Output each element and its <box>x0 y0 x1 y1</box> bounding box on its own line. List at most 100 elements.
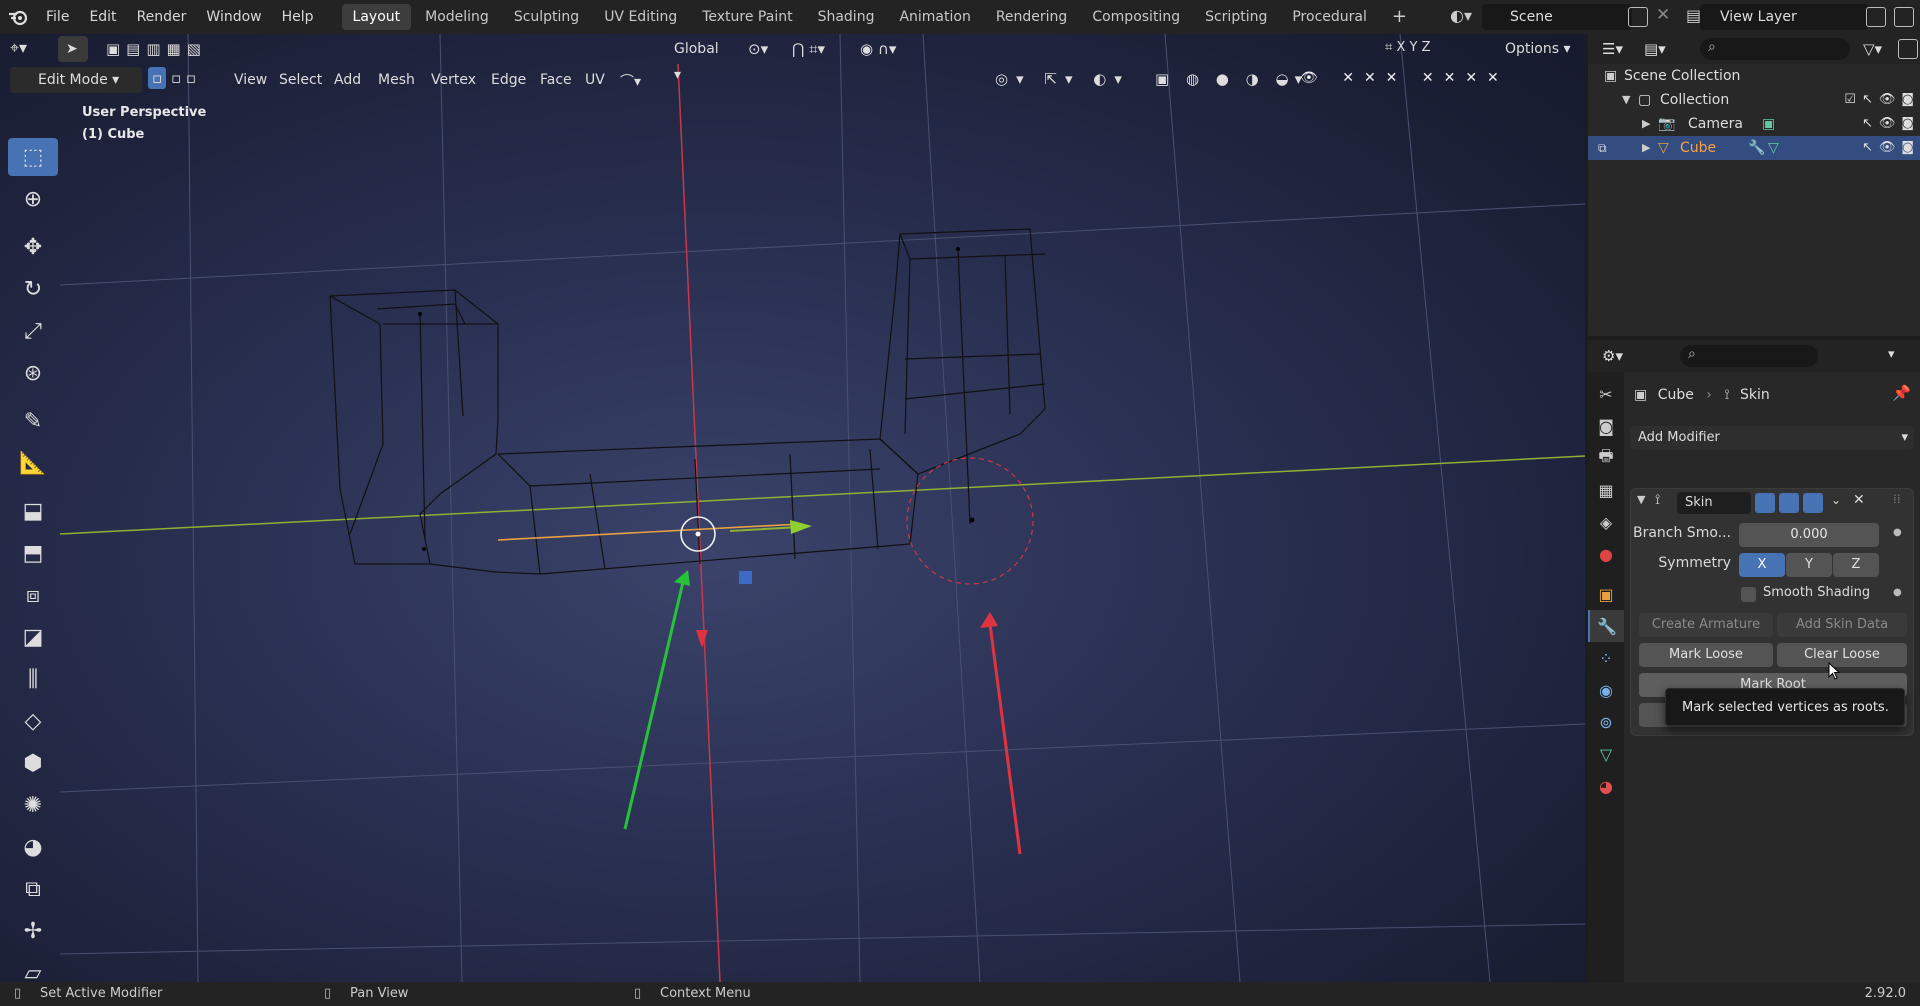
create-armature-button[interactable]: Create Armature <box>1639 613 1773 637</box>
expand-icon[interactable]: ▶ <box>1642 136 1650 160</box>
mesh-data-tab-icon[interactable]: ▽ <box>1588 738 1624 770</box>
mark-loose-button[interactable]: Mark Loose <box>1639 643 1773 667</box>
element-select-icons[interactable]: ▫ ▫ ▫ <box>148 67 196 89</box>
menu-uv[interactable]: UV <box>577 67 613 93</box>
cursor-tool-icon[interactable]: ⊕ <box>8 180 58 218</box>
menu-select[interactable]: Select <box>271 67 330 93</box>
filter-icon[interactable]: ▽▾ <box>1863 40 1882 58</box>
knife-tool-icon[interactable]: ◇ <box>8 702 58 740</box>
outliner-scene-collection[interactable]: ▣ Scene Collection <box>1588 64 1920 88</box>
branch-smoothing-field[interactable]: 0.000 <box>1739 523 1879 547</box>
select-icon[interactable]: ↖ <box>1862 136 1873 160</box>
physics-tab-icon[interactable]: ◉ <box>1588 674 1624 706</box>
select-box-tool-icon[interactable]: ⬚ <box>8 138 58 176</box>
select-mode-icons[interactable]: ▣▤▥▦▧ <box>106 40 207 58</box>
add-modifier-dropdown[interactable]: Add Modifier ▾ <box>1630 426 1914 450</box>
outliner-search-input[interactable]: ⌕ <box>1700 38 1850 60</box>
checkbox-icon[interactable]: ☑ <box>1844 88 1856 112</box>
tab-rendering[interactable]: Rendering <box>985 4 1079 30</box>
shrink-fatten-tool-icon[interactable]: ✢ <box>8 912 58 950</box>
render-toggle-icon[interactable] <box>1803 493 1823 513</box>
menu-help[interactable]: Help <box>272 0 324 34</box>
3d-viewport[interactable]: ⌖▾ ➤ ▣▤▥▦▧ Global ▾ ⊙▾ ⋂ ⌗▾ ◉ ∩▾ ⌗ X Y Z… <box>0 34 1585 982</box>
scale-tool-icon[interactable]: ⤢ <box>8 312 58 350</box>
modifier-menu-icon[interactable]: ⌄ <box>1831 493 1841 507</box>
menu-add[interactable]: Add <box>326 67 369 93</box>
viewport-toggle-icon[interactable] <box>1779 493 1799 513</box>
menu-mesh[interactable]: Mesh <box>370 67 423 93</box>
tab-procedural[interactable]: Procedural <box>1281 4 1378 30</box>
camera-data-icon[interactable]: ▣ <box>1762 112 1775 136</box>
material-tab-icon[interactable]: ◕ <box>1588 770 1624 802</box>
mesh-data-icon[interactable]: ▽ <box>1768 136 1779 160</box>
editor-type-icon[interactable]: ⌖▾ <box>10 38 27 58</box>
shear-tool-icon[interactable]: ▱ <box>8 954 58 983</box>
pivot-icon[interactable]: ⊙▾ <box>748 40 768 58</box>
output-tab-icon[interactable]: 🖶 <box>1588 442 1624 474</box>
mode-dropdown[interactable]: Edit Mode ▾ <box>10 67 142 93</box>
modifier-name-field[interactable]: Skin <box>1677 492 1751 514</box>
viewport-overlay-icons[interactable]: ◎▾ ⇱▾ ◐▾ <box>995 70 1130 88</box>
new-scene-icon[interactable] <box>1628 7 1648 27</box>
menu-render[interactable]: Render <box>127 0 197 34</box>
modifier-wrench-icon[interactable]: 🔧 <box>1748 136 1765 160</box>
edge-slide-tool-icon[interactable]: ⧉ <box>8 870 58 908</box>
rotate-tool-icon[interactable]: ↻ <box>8 270 58 308</box>
tool-tab-icon[interactable]: ✂ <box>1588 378 1624 410</box>
menu-edit[interactable]: Edit <box>79 0 126 34</box>
expand-icon[interactable]: ▶ <box>1642 112 1650 136</box>
properties-editor-icon[interactable]: ⚙▾ <box>1602 347 1623 365</box>
tab-uv-editing[interactable]: UV Editing <box>593 4 688 30</box>
properties-options-icon[interactable]: ▾ <box>1888 347 1895 362</box>
options-dropdown[interactable]: Options ▾ <box>1497 36 1581 62</box>
tab-shading[interactable]: Shading <box>807 4 886 30</box>
tab-compositing[interactable]: Compositing <box>1081 4 1191 30</box>
tab-sculpting[interactable]: Sculpting <box>503 4 590 30</box>
view-layer-selector[interactable]: View Layer <box>1700 4 1868 30</box>
new-view-layer-icon[interactable] <box>1866 7 1886 27</box>
drag-handle-icon[interactable]: ⁞⁞ <box>1893 492 1901 506</box>
smooth-tool-icon[interactable]: ◕ <box>8 828 58 866</box>
menu-view[interactable]: View <box>226 67 275 93</box>
edit-mode-toggle-icon[interactable] <box>1755 493 1775 513</box>
select-tool-icon[interactable]: ➤ <box>58 36 88 62</box>
add-skin-data-button[interactable]: Add Skin Data <box>1777 613 1907 637</box>
visibility-icons[interactable]: ↖ 👁 ◙ <box>1862 112 1920 136</box>
pin-icon[interactable]: 📌 <box>1892 384 1911 402</box>
tab-layout[interactable]: Layout <box>341 4 412 30</box>
eye-icon[interactable]: 👁 <box>1879 136 1896 160</box>
mirror-y[interactable]: Y <box>1410 40 1418 55</box>
collapse-icon[interactable]: ▼ <box>1637 493 1645 506</box>
menu-edge[interactable]: Edge <box>483 67 534 93</box>
scene-type-icon[interactable]: ◐▾ <box>1450 6 1480 28</box>
delete-view-layer-icon[interactable] <box>1894 7 1914 27</box>
transform-tool-icon[interactable]: ⊛ <box>8 354 58 392</box>
camera-render-icon[interactable]: ◙ <box>1901 112 1914 136</box>
outliner-item-camera[interactable]: ▶ 📷 Camera ▣ ↖ 👁 ◙ <box>1588 112 1920 136</box>
loop-cut-tool-icon[interactable]: ⫼ <box>8 660 58 698</box>
symmetry-z-toggle[interactable]: Z <box>1833 553 1879 577</box>
render-tab-icon[interactable]: ◙ <box>1588 410 1624 442</box>
select-icon[interactable]: ↖ <box>1862 88 1873 112</box>
tab-scripting[interactable]: Scripting <box>1194 4 1278 30</box>
world-tab-icon[interactable]: ● <box>1588 538 1624 570</box>
properties-search-input[interactable]: ⌕ <box>1680 345 1818 367</box>
keyframe-dot-icon[interactable]: ● <box>1893 587 1902 598</box>
menu-file[interactable]: File <box>36 0 79 34</box>
spin-tool-icon[interactable]: ✺ <box>8 786 58 824</box>
smooth-shading-checkbox[interactable] <box>1741 587 1756 602</box>
particles-tab-icon[interactable]: ⁘ <box>1588 642 1624 674</box>
measure-tool-icon[interactable]: 📐 <box>8 444 58 482</box>
symmetry-x-toggle[interactable]: X <box>1739 553 1785 577</box>
tab-modeling[interactable]: Modeling <box>414 4 500 30</box>
visibility-icons[interactable]: ↖ 👁 ◙ <box>1862 136 1920 160</box>
shading-mode-icons[interactable]: ▣ ◍ ● ◑ ◒▾ <box>1155 70 1308 88</box>
tab-animation[interactable]: Animation <box>888 4 981 30</box>
add-cube-tool-icon[interactable]: ⬓ <box>8 492 58 530</box>
expand-icon[interactable]: ▼ <box>1622 88 1630 112</box>
new-collection-icon[interactable] <box>1898 39 1918 59</box>
move-tool-icon[interactable]: ✥ <box>8 228 58 266</box>
keyframe-dot-icon[interactable]: ● <box>1893 527 1902 538</box>
tab-texture-paint[interactable]: Texture Paint <box>691 4 803 30</box>
symmetry-y-toggle[interactable]: Y <box>1786 553 1832 577</box>
